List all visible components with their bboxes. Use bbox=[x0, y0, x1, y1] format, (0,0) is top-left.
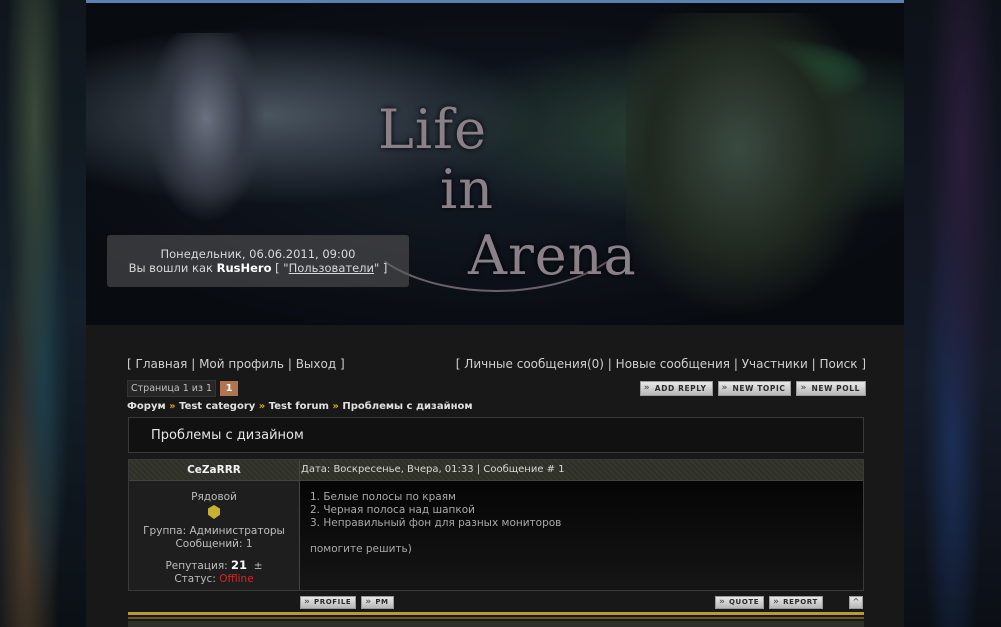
breadcrumb-separator: » bbox=[258, 401, 266, 412]
post-divider bbox=[128, 612, 864, 615]
username: RusHero bbox=[216, 261, 272, 275]
post-header: CeZaRRR Дата: Воскресенье, Вчера, 01:33 … bbox=[129, 460, 863, 481]
logo-word-1: Life bbox=[378, 98, 488, 161]
header-character-right bbox=[626, 13, 876, 313]
header-character-left bbox=[146, 33, 266, 223]
pagination: Страница 1 из 1 1 bbox=[127, 379, 239, 397]
post-line: 2. Черная полоса над шапкой bbox=[310, 504, 475, 516]
nav-bracket-open: [ bbox=[455, 357, 461, 371]
reputation-value: 21 bbox=[231, 558, 248, 572]
post-divider-shadow bbox=[128, 617, 864, 619]
nav-bracket-close: ] bbox=[339, 357, 345, 371]
author-panel: Рядовой Группа: Администраторы Сообщений… bbox=[129, 481, 300, 590]
logged-in-prefix: Вы вошли как bbox=[128, 261, 213, 275]
user-nav: [ Личные сообщения(0) | Новые сообщения … bbox=[456, 357, 866, 371]
nav-search[interactable]: Поиск bbox=[819, 357, 857, 371]
add-reply-button[interactable]: ADD REPLY bbox=[639, 381, 713, 396]
nav-separator: | bbox=[287, 357, 292, 371]
reputation-change-button[interactable]: ± bbox=[254, 560, 263, 572]
breadcrumb-forum[interactable]: Форум bbox=[127, 401, 166, 412]
topic-title: Проблемы с дизайном bbox=[128, 417, 864, 453]
post-line: 1. Белые полосы по краям bbox=[310, 491, 456, 503]
author-group: Группа: Администраторы bbox=[143, 525, 285, 537]
pm-button[interactable]: PM bbox=[361, 596, 394, 609]
current-page-button[interactable]: 1 bbox=[220, 380, 239, 396]
author-reputation: Репутация: 21 ± bbox=[129, 559, 299, 573]
site-logo[interactable]: Life in Arena bbox=[354, 98, 644, 325]
status-label: Статус: bbox=[174, 573, 216, 585]
post-body: 1. Белые полосы по краям 2. Черная полос… bbox=[300, 481, 863, 590]
nav-bracket-open: [ bbox=[127, 357, 132, 371]
logged-in-line: Вы вошли как RusHero [ "Пользователи" ] bbox=[107, 261, 409, 275]
post-line: 3. Неправильный фон для разных мониторов bbox=[310, 517, 562, 529]
post-user-actions: PROFILE PM bbox=[300, 596, 394, 609]
background-art-right bbox=[904, 0, 1001, 627]
reputation-label: Репутация: bbox=[165, 560, 228, 572]
date-line: Понедельник, 06.06.2011, 09:00 bbox=[160, 247, 356, 261]
profile-button[interactable]: PROFILE bbox=[300, 596, 357, 609]
nav-home[interactable]: Главная bbox=[136, 357, 188, 371]
post: CeZaRRR Дата: Воскресенье, Вчера, 01:33 … bbox=[128, 459, 864, 591]
post-line: помогите решить) bbox=[310, 543, 412, 555]
logo-word-2: in bbox=[440, 158, 495, 221]
next-post-header bbox=[128, 621, 864, 627]
nav-my-profile[interactable]: Мой профиль bbox=[199, 357, 284, 371]
topic-actions: ADD REPLY NEW TOPIC NEW POLL bbox=[639, 381, 866, 396]
user-info-box: Понедельник, 06.06.2011, 09:00 Вы вошли … bbox=[107, 235, 409, 287]
nav-bracket-close: ] bbox=[861, 357, 866, 371]
users-link[interactable]: Пользователи bbox=[289, 261, 374, 275]
forum-page: Life in Arena Понедельник, 06.06.2011, 0… bbox=[86, 3, 904, 627]
breadcrumb-separator: » bbox=[169, 401, 176, 412]
breadcrumb-separator: » bbox=[332, 401, 339, 412]
nav-separator: | bbox=[607, 357, 612, 371]
page-count-label: Страница 1 из 1 bbox=[127, 379, 217, 397]
nav-logout[interactable]: Выход bbox=[296, 357, 336, 371]
quote-button[interactable]: QUOTE bbox=[715, 596, 765, 609]
bracket-open: [ " bbox=[275, 261, 289, 275]
breadcrumb-forum-section[interactable]: Test forum bbox=[269, 401, 329, 412]
breadcrumb: Форум » Test category » Test forum » Про… bbox=[127, 401, 473, 412]
post-author-name[interactable]: CeZaRRR bbox=[129, 460, 300, 480]
new-poll-button[interactable]: NEW POLL bbox=[796, 381, 866, 396]
breadcrumb-category[interactable]: Test category bbox=[179, 401, 255, 412]
nav-separator: | bbox=[811, 357, 816, 371]
nav-private-messages[interactable]: Личные сообщения(0) bbox=[464, 357, 604, 371]
post-meta: Дата: Воскресенье, Вчера, 01:33 | Сообще… bbox=[301, 464, 565, 475]
status-value: Offline bbox=[219, 573, 254, 585]
breadcrumb-current-topic: Проблемы с дизайном bbox=[342, 401, 473, 412]
rank-badge-icon bbox=[208, 505, 220, 519]
nav-separator: | bbox=[733, 357, 738, 371]
nav-members[interactable]: Участники bbox=[742, 357, 808, 371]
nav-separator: | bbox=[191, 357, 196, 371]
author-status: Статус: Offline bbox=[129, 573, 299, 586]
bracket-close: " ] bbox=[373, 261, 388, 275]
author-message-count: Сообщений: 1 bbox=[175, 538, 253, 550]
logo-word-3: Arena bbox=[468, 224, 637, 287]
report-button[interactable]: REPORT bbox=[769, 596, 823, 609]
main-nav: [ Главная | Мой профиль | Выход ] bbox=[127, 357, 345, 371]
background-art-left bbox=[0, 0, 86, 627]
new-topic-button[interactable]: NEW TOPIC bbox=[717, 381, 792, 396]
scroll-up-icon[interactable]: ^ bbox=[849, 596, 863, 609]
author-rank: Рядовой bbox=[191, 491, 237, 503]
site-header: Life in Arena Понедельник, 06.06.2011, 0… bbox=[86, 3, 904, 325]
post-actions: QUOTE REPORT bbox=[715, 596, 823, 609]
nav-new-messages[interactable]: Новые сообщения bbox=[616, 357, 730, 371]
